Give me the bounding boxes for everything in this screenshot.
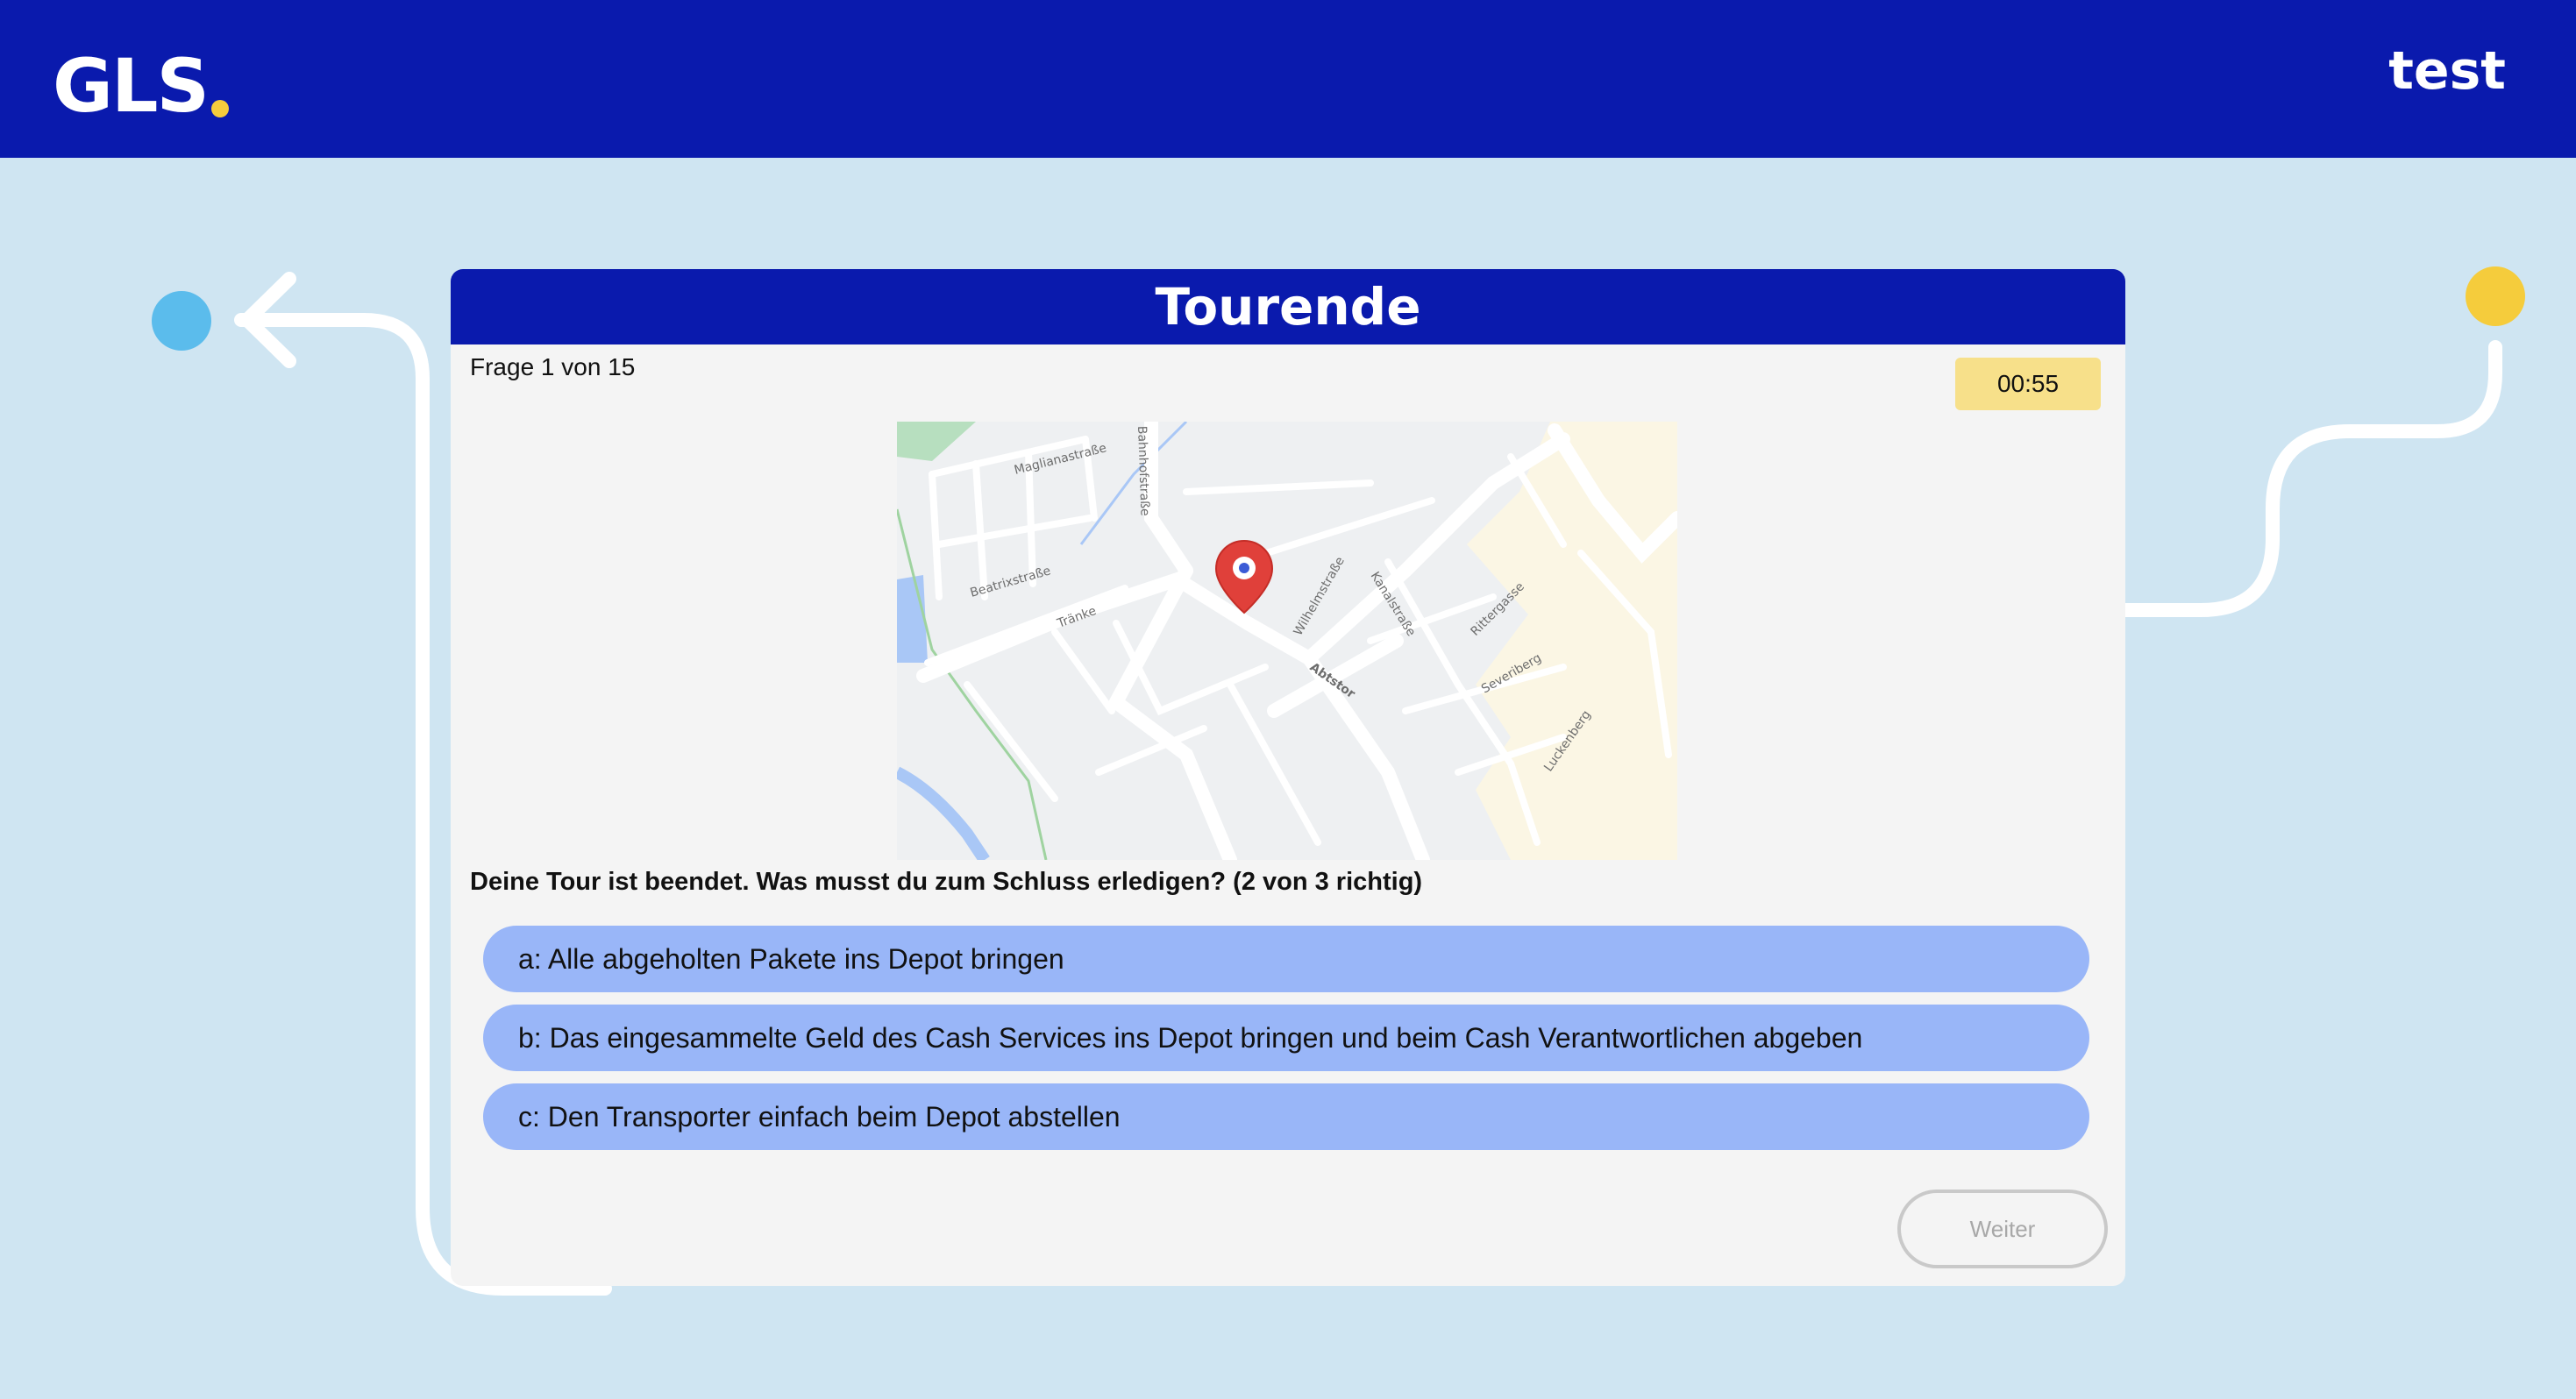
answer-option-c[interactable]: c: Den Transporter einfach beim Depot ab… — [483, 1083, 2089, 1150]
answer-option-b[interactable]: b: Das eingesammelte Geld des Cash Servi… — [483, 1005, 2089, 1071]
question-text: Deine Tour ist beendet. Was musst du zum… — [470, 868, 1423, 896]
map-image: Maglianastraße Bahnhofstraße Beatrixstra… — [897, 422, 1677, 860]
start-dot-icon — [152, 291, 211, 351]
answer-option-a[interactable]: a: Alle abgeholten Pakete ins Depot brin… — [483, 926, 2089, 992]
quiz-card: Tourende Frage 1 von 15 00:55 Maglianast… — [451, 269, 2125, 1286]
question-counter: Frage 1 von 15 — [470, 353, 636, 380]
next-button[interactable]: Weiter — [1897, 1190, 2108, 1268]
end-dot-icon — [2466, 266, 2525, 326]
quiz-title: Tourende — [451, 269, 2125, 344]
countdown-timer: 00:55 — [1955, 358, 2101, 410]
